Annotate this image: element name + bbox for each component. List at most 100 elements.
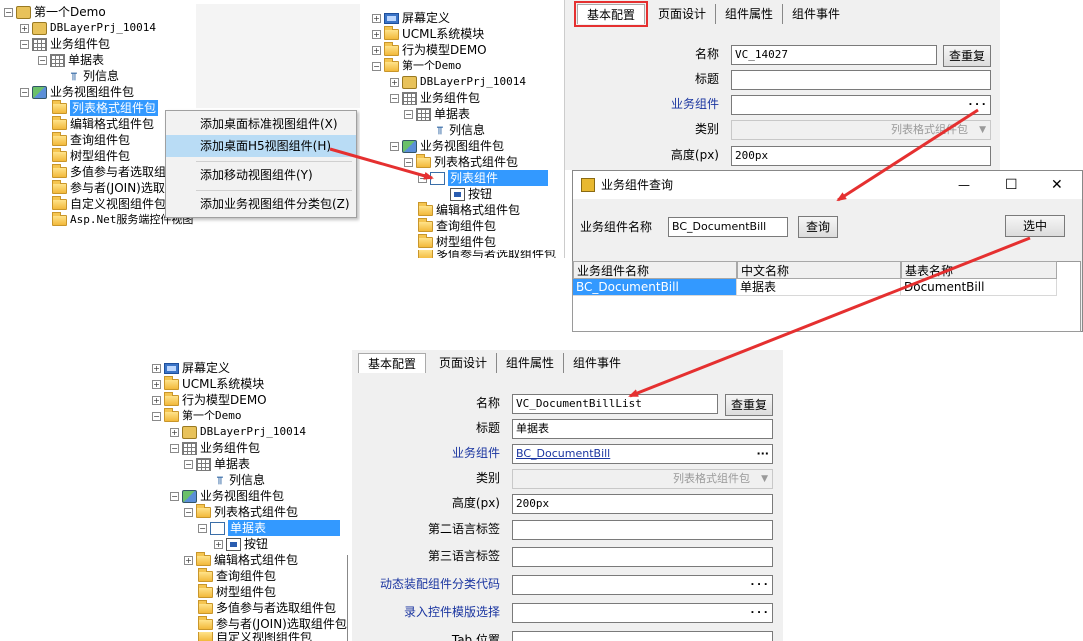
collapse-icon[interactable]: − [4, 7, 13, 17]
tree-item-edit-pkg[interactable]: 编辑格式组件包 [52, 115, 154, 132]
tree-item-behavior[interactable]: + 行为模型DEMO [372, 41, 487, 58]
tab-component-props[interactable]: 组件属性 [497, 353, 565, 373]
tree-item-list-pkg[interactable]: − 列表格式组件包 [404, 153, 518, 170]
tree-item-edit-pkg[interactable]: + 编辑格式组件包 [184, 551, 298, 568]
menu-add-mobile-view[interactable]: 添加移动视图组件(Y) [166, 164, 356, 186]
tab-page-design[interactable]: 页面设计 [649, 4, 717, 24]
grid-cell-base-table[interactable]: DocumentBill [901, 279, 1057, 296]
tab-component-props[interactable]: 组件属性 [716, 4, 784, 24]
expand-icon[interactable]: + [390, 77, 399, 87]
col-header-base-table[interactable]: 基表名称 [901, 261, 1057, 279]
tree-item-multi-pkg[interactable]: 多值参与者选取组 [52, 163, 166, 180]
grid-cell-cn-name[interactable]: 单据表 [737, 279, 901, 296]
tree-item-dblayer[interactable]: + DBLayerPrj_10014 [20, 20, 156, 36]
second-lang-field[interactable] [512, 520, 773, 540]
expand-icon[interactable]: + [184, 555, 193, 565]
expand-icon[interactable]: + [152, 395, 161, 405]
tree-item-ucml[interactable]: + UCML系统模块 [372, 25, 484, 42]
tree-item-multi-pkg[interactable]: 多值参与者选取组件包 [198, 599, 336, 616]
third-lang-field[interactable] [512, 547, 773, 567]
tree-item-query-pkg[interactable]: 查询组件包 [418, 217, 496, 234]
tree-item-query-pkg[interactable]: 查询组件包 [198, 567, 276, 584]
col-header-name[interactable]: 业务组件名称 [573, 261, 737, 279]
tree-item-button[interactable]: + 按钮 [214, 536, 268, 552]
tree-item-first-demo[interactable]: − 第一个Demo [372, 57, 462, 74]
tree-item-screen-def[interactable]: + 屏幕定义 [152, 360, 230, 376]
biz-component-field[interactable]: BC_DocumentBill ··· [512, 444, 773, 464]
collapse-icon[interactable]: − [152, 411, 161, 421]
tree-item-behavior[interactable]: + 行为模型DEMO [152, 391, 267, 408]
expand-icon[interactable]: + [372, 29, 381, 39]
tree-item-bill-table[interactable]: − 单据表 [184, 456, 250, 472]
tree-item-multi-pkg[interactable]: 多值参与者选取组件包 [418, 250, 556, 258]
tab-component-events[interactable]: 组件事件 [564, 353, 630, 373]
tree-item-biz-pkg[interactable]: − 业务组件包 [170, 440, 260, 456]
collapse-icon[interactable]: − [184, 459, 193, 469]
input-template-field[interactable]: ··· [512, 603, 773, 623]
menu-add-view-category[interactable]: 添加业务视图组件分类包(Z) [166, 193, 356, 215]
collapse-icon[interactable]: − [418, 173, 427, 183]
dialog-search-input[interactable]: BC_DocumentBill [668, 217, 788, 237]
tree-item-bill-table[interactable]: − 单据表 [404, 106, 470, 122]
expand-icon[interactable]: + [152, 363, 161, 373]
biz-component-field[interactable]: ··· [731, 95, 991, 115]
ellipsis-icon[interactable]: ··· [967, 96, 987, 114]
biz-component-value[interactable]: BC_DocumentBill [516, 447, 610, 460]
tree-item-column-info[interactable]: ⫪ 列信息 [434, 122, 485, 138]
minimize-icon[interactable]: — [958, 171, 970, 199]
tree-item-biz-pkg[interactable]: − 业务组件包 [390, 90, 480, 106]
ellipsis-icon[interactable]: ··· [749, 576, 769, 594]
collapse-icon[interactable]: − [390, 141, 399, 151]
tree-item-ucml[interactable]: + UCML系统模块 [152, 375, 264, 392]
select-button[interactable]: 选中 [1005, 215, 1065, 237]
tree-item-join-pkg[interactable]: 参与者(JOIN)选取 [52, 179, 165, 196]
ellipsis-icon[interactable]: ··· [756, 445, 769, 463]
collapse-icon[interactable]: − [20, 39, 29, 49]
tree-item-tree-pkg[interactable]: 树型组件包 [52, 147, 130, 164]
tree-item-list-pkg[interactable]: 列表格式组件包 [52, 99, 159, 116]
maximize-icon[interactable]: ☐ [1005, 171, 1018, 199]
tab-position-field[interactable] [512, 631, 773, 641]
tree-item-list-component[interactable]: − 列表组件 [418, 170, 549, 186]
tree-item-first-demo[interactable]: − 第一个Demo [4, 4, 106, 20]
tree-item-first-demo[interactable]: − 第一个Demo [152, 407, 242, 424]
title-field[interactable]: 单据表 [512, 419, 773, 439]
tree-item-button[interactable]: 按钮 [450, 186, 492, 202]
collapse-icon[interactable]: − [170, 443, 179, 453]
name-field[interactable]: VC_14027 [731, 45, 937, 65]
collapse-icon[interactable]: − [390, 93, 399, 103]
expand-icon[interactable]: + [372, 13, 381, 23]
collapse-icon[interactable]: − [170, 491, 179, 501]
expand-icon[interactable]: + [372, 45, 381, 55]
tree-item-list-pkg[interactable]: − 列表格式组件包 [184, 503, 298, 520]
tree-item-join-pkg[interactable]: 参与者(JOIN)选取组件包 [198, 615, 347, 632]
collapse-icon[interactable]: − [404, 109, 413, 119]
query-button[interactable]: 查询 [798, 216, 838, 238]
tree-item-column-info[interactable]: ⫪ 列信息 [214, 472, 265, 488]
tree-item-view-pkg[interactable]: − 业务视图组件包 [390, 138, 504, 154]
tab-basic-config[interactable]: 基本配置 [573, 1, 649, 27]
tree-item-column-info[interactable]: ⫪ 列信息 [68, 68, 119, 84]
collapse-icon[interactable]: − [38, 55, 47, 65]
tab-page-design[interactable]: 页面设计 [430, 353, 498, 373]
expand-icon[interactable]: + [214, 539, 223, 549]
expand-icon[interactable]: + [20, 23, 29, 33]
tree-item-view-pkg[interactable]: − 业务视图组件包 [20, 84, 134, 100]
category-select[interactable]: 列表格式组件包 ▼ [512, 469, 773, 489]
dynamic-category-field[interactable]: ··· [512, 575, 773, 595]
collapse-icon[interactable]: − [372, 61, 381, 71]
category-select[interactable]: 列表格式组件包 ▼ [731, 120, 991, 140]
expand-icon[interactable]: + [170, 427, 179, 437]
expand-icon[interactable]: + [152, 379, 161, 389]
tree-item-bill-list[interactable]: − 单据表 [198, 520, 341, 536]
splitter[interactable] [347, 555, 348, 641]
title-field[interactable] [731, 70, 991, 90]
tree-item-query-pkg[interactable]: 查询组件包 [52, 131, 130, 148]
tree-item-bill-table[interactable]: − 单据表 [38, 52, 104, 68]
grid-cell-name[interactable]: BC_DocumentBill [573, 279, 737, 296]
menu-add-desktop-view[interactable]: 添加桌面标准视图组件(X) [166, 113, 356, 135]
col-header-cn-name[interactable]: 中文名称 [737, 261, 901, 279]
collapse-icon[interactable]: − [184, 507, 193, 517]
collapse-icon[interactable]: − [198, 523, 207, 533]
tree-item-biz-pkg[interactable]: − 业务组件包 [20, 36, 110, 52]
